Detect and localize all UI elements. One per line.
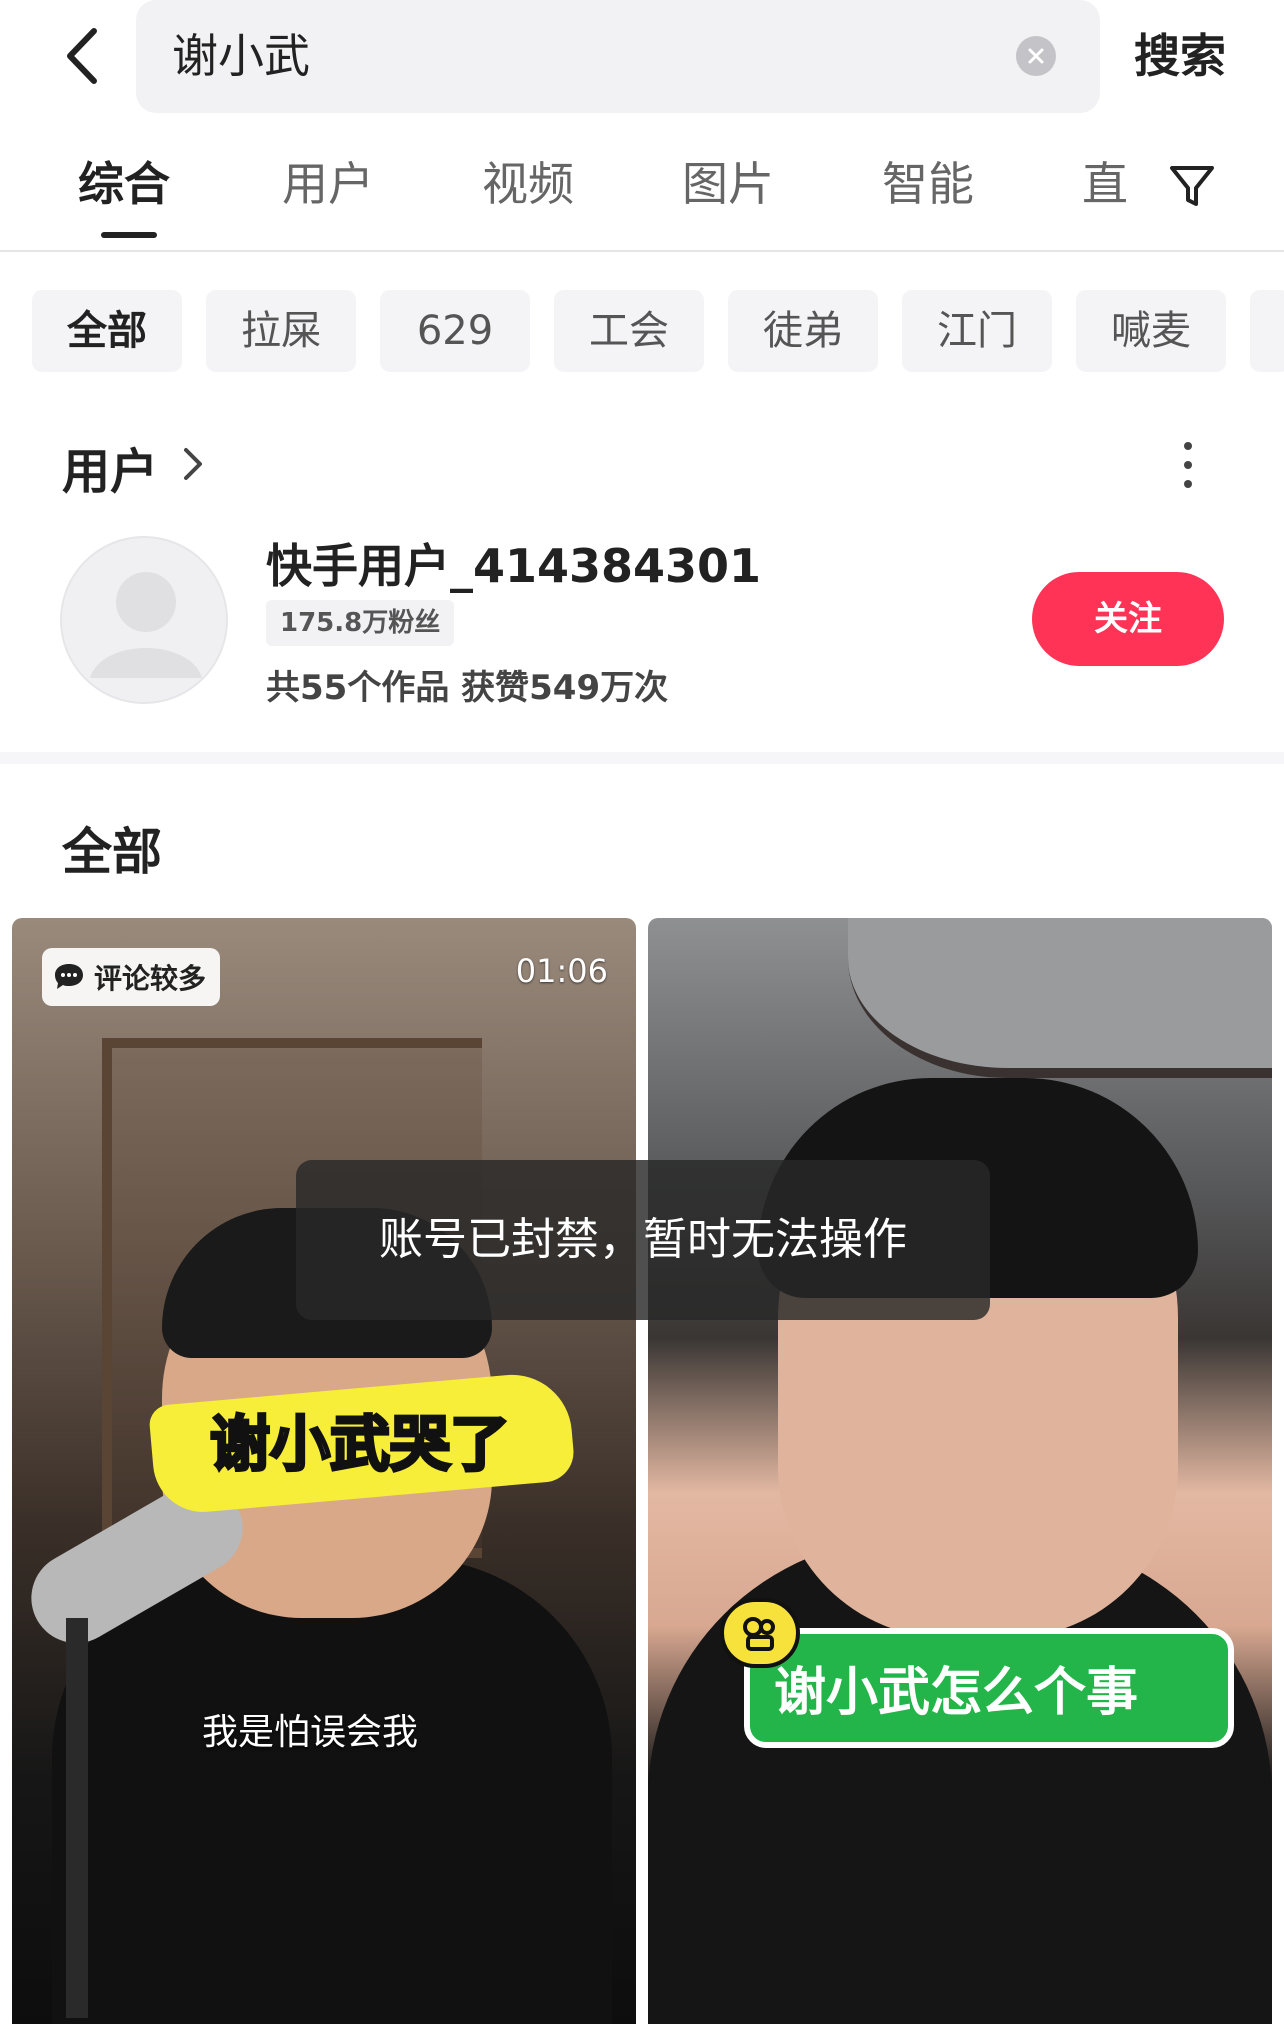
chevron-left-icon xyxy=(67,28,97,84)
users-section-title[interactable]: 用户 xyxy=(62,432,158,502)
chip-keyword[interactable]: 喊麦 xyxy=(1076,290,1226,372)
result-tabs: 综合 用户 视频 图片 智能 直 xyxy=(0,140,1284,252)
video-subtitle: 我是怕误会我 xyxy=(202,1712,419,1753)
section-divider xyxy=(0,752,1284,764)
chip-all[interactable]: 全部 xyxy=(32,290,182,372)
user-stats: 共55个作品 获赞549万次 xyxy=(266,668,669,708)
tab-videos[interactable]: 视频 xyxy=(482,154,574,214)
filter-icon[interactable] xyxy=(1166,160,1218,212)
back-button[interactable] xyxy=(52,22,112,90)
active-tab-indicator xyxy=(101,232,157,238)
user-name[interactable]: 快手用户_414384301 xyxy=(266,530,761,596)
video-card[interactable]: 谢小武怎么个事 xyxy=(648,918,1272,2024)
chip-keyword[interactable]: 江门 xyxy=(902,290,1052,372)
follow-button[interactable]: 关注 xyxy=(1032,572,1224,666)
thumbnail-background xyxy=(848,918,1272,1078)
search-button[interactable]: 搜索 xyxy=(1134,22,1226,90)
search-header: 谢小武 搜索 xyxy=(0,0,1284,128)
video-card[interactable]: 评论较多 01:06 谢小武哭了 我是怕误会我 xyxy=(12,918,636,2024)
tab-images[interactable]: 图片 xyxy=(682,154,774,214)
video-duration: 01:06 xyxy=(515,952,608,990)
all-section-title: 全部 xyxy=(62,823,162,881)
search-input[interactable]: 谢小武 xyxy=(136,0,1100,113)
chip-keyword[interactable]: 629 xyxy=(380,290,530,372)
badge-label: 评论较多 xyxy=(94,962,207,995)
tab-live[interactable]: 直 xyxy=(1082,154,1128,214)
tab-comprehensive[interactable]: 综合 xyxy=(78,154,170,214)
search-query[interactable]: 谢小武 xyxy=(172,0,310,113)
tab-users[interactable]: 用户 xyxy=(282,154,374,214)
chevron-right-icon[interactable] xyxy=(176,444,210,484)
video-caption: 谢小武怎么个事 xyxy=(774,1663,1139,1723)
chip-overflow[interactable] xyxy=(1250,290,1284,372)
chip-keyword[interactable]: 工会 xyxy=(554,290,704,372)
chip-keyword[interactable]: 拉屎 xyxy=(206,290,356,372)
chat-bubble-icon xyxy=(55,964,83,989)
more-options-icon[interactable] xyxy=(1178,440,1198,490)
avatar[interactable] xyxy=(60,536,228,704)
clear-icon[interactable] xyxy=(1016,36,1056,76)
comments-badge: 评论较多 xyxy=(42,948,221,1006)
video-caption: 谢小武哭了 xyxy=(209,1409,512,1482)
tab-smart[interactable]: 智能 xyxy=(882,154,974,214)
toast-message: 账号已封禁，暂时无法操作 xyxy=(296,1160,990,1320)
fans-badge: 175.8万粉丝 xyxy=(266,600,455,646)
default-avatar-icon xyxy=(90,572,202,678)
chip-keyword[interactable]: 徒弟 xyxy=(728,290,878,372)
